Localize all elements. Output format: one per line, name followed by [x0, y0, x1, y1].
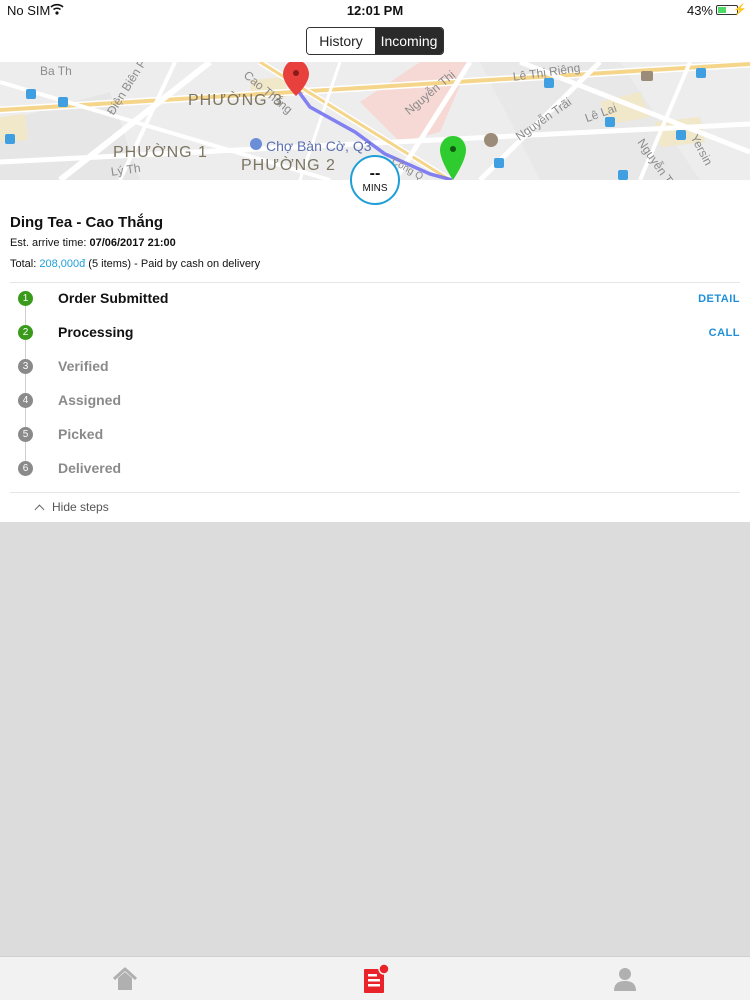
eta-badge: -- MINS — [350, 155, 400, 205]
arrive-time: Est. arrive time: 07/06/2017 21:00 — [10, 237, 176, 249]
detail-button[interactable]: DETAIL — [698, 293, 740, 305]
eta-value: -- — [369, 165, 381, 182]
order-total: Total: 208,000đ (5 items) - Paid by cash… — [10, 258, 260, 270]
total-amount: 208,000đ — [39, 258, 86, 270]
bus-stop-icon — [5, 134, 15, 144]
chevron-up-icon — [34, 504, 45, 515]
status-bar: No SIM 12:01 PM 43% ⚡ — [0, 0, 750, 20]
total-suffix: (5 items) - Paid by cash on delivery — [85, 258, 261, 270]
step-name: Verified — [58, 358, 109, 374]
step-name: Processing — [58, 324, 134, 340]
status-time: 12:01 PM — [346, 3, 404, 18]
bus-stop-icon — [26, 89, 36, 99]
shop-name: Ding Tea - Cao Thắng — [10, 214, 164, 231]
tab-home[interactable] — [109, 963, 141, 995]
hide-steps-label: Hide steps — [52, 500, 109, 514]
cinema-icon — [641, 71, 653, 81]
museum-icon — [484, 133, 498, 147]
step-name: Order Submitted — [58, 290, 169, 306]
arrive-time-value: 07/06/2017 21:00 — [89, 237, 176, 249]
map-label: PHƯỜNG 1 — [113, 144, 208, 161]
total-label: Total: — [10, 258, 40, 270]
bus-stop-icon — [676, 130, 686, 140]
bus-stop-icon — [58, 97, 68, 107]
bus-stop-icon — [696, 68, 706, 78]
step-delivered: 6 Delivered — [0, 454, 750, 484]
segment-history[interactable]: History — [307, 28, 375, 54]
divider — [10, 282, 740, 283]
nav-bar: History Incoming — [0, 20, 750, 62]
market-icon — [250, 138, 262, 150]
bus-stop-icon — [544, 78, 554, 88]
step-verified: 3 Verified — [0, 352, 750, 382]
step-processing: 2 Processing CALL — [0, 318, 750, 348]
tab-orders[interactable] — [359, 963, 391, 995]
hide-steps-button[interactable]: Hide steps — [34, 500, 109, 515]
step-number: 4 — [18, 393, 33, 408]
home-icon — [112, 967, 138, 990]
step-number: 6 — [18, 461, 33, 476]
map-label: Chợ Bàn Cờ, Q3 — [266, 138, 372, 154]
step-order-submitted: 1 Order Submitted DETAIL — [0, 284, 750, 314]
step-assigned: 4 Assigned — [0, 386, 750, 416]
divider — [10, 492, 740, 493]
profile-icon — [614, 968, 636, 991]
step-number: 5 — [18, 427, 33, 442]
bus-stop-icon — [494, 158, 504, 168]
order-card: Ding Tea - Cao Thắng Est. arrive time: 0… — [0, 180, 750, 522]
call-button[interactable]: CALL — [709, 327, 740, 339]
battery-percent: 43% — [686, 3, 713, 18]
segment-incoming[interactable]: Incoming — [375, 28, 443, 54]
arrive-time-label: Est. arrive time: — [10, 237, 90, 249]
eta-unit: MINS — [362, 183, 388, 194]
step-name: Assigned — [58, 392, 122, 408]
history-incoming-segmented-control: History Incoming — [306, 27, 444, 55]
step-number: 1 — [18, 291, 33, 306]
bus-stop-icon — [618, 170, 628, 180]
orders-icon — [364, 963, 390, 993]
step-number: 2 — [18, 325, 33, 340]
step-name: Delivered — [58, 460, 122, 476]
charging-icon: ⚡ — [733, 4, 747, 16]
step-number: 3 — [18, 359, 33, 374]
map-label: PHƯỜNG 2 — [241, 157, 336, 174]
step-name: Picked — [58, 426, 104, 442]
map-label: Ba Th — [40, 64, 72, 78]
bus-stop-icon — [605, 117, 615, 127]
tab-profile[interactable] — [609, 963, 641, 995]
step-picked: 5 Picked — [0, 420, 750, 450]
tab-bar — [0, 956, 750, 1000]
